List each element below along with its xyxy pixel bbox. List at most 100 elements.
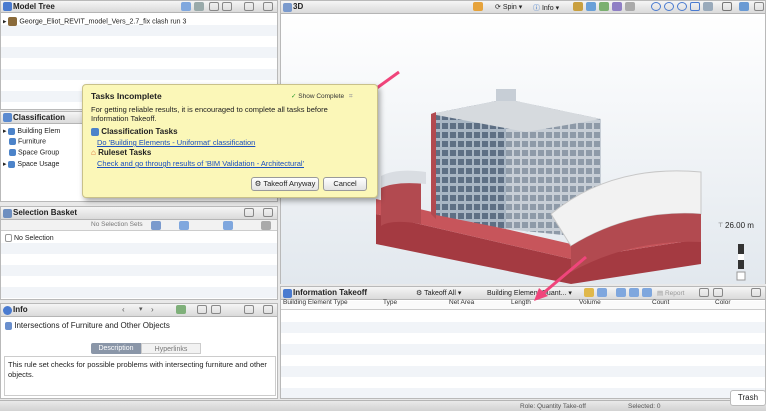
- zoom-fit-icon[interactable]: [677, 2, 687, 11]
- view-tool-icon[interactable]: [573, 2, 583, 11]
- view-tool-icon[interactable]: [612, 2, 622, 11]
- model-icon: [8, 17, 18, 26]
- basket-icon: [3, 209, 12, 218]
- tab-hyperlinks[interactable]: Hyperlinks: [141, 343, 201, 354]
- column-header-color[interactable]: Color: [715, 299, 731, 306]
- roof-plant: [496, 89, 516, 101]
- scale-marker: ⊤: [718, 222, 723, 229]
- collapse-icon[interactable]: [713, 288, 723, 297]
- cancel-button[interactable]: Cancel: [323, 177, 367, 191]
- collapse-icon[interactable]: [211, 305, 221, 314]
- zoom-box-icon[interactable]: [690, 2, 700, 11]
- takeoff-anyway-button[interactable]: ⚙ Takeoff Anyway: [251, 177, 319, 191]
- takeoff-all-dropdown[interactable]: ⚙ Takeoff All ▾: [416, 289, 461, 297]
- column-header-volume[interactable]: Volume: [579, 299, 601, 306]
- classification-item[interactable]: Furniture: [9, 138, 46, 145]
- panel-close-icon[interactable]: [754, 2, 764, 11]
- cursor-icon[interactable]: [703, 2, 713, 11]
- selected-status: Selected: 0: [628, 403, 661, 410]
- show-complete-toggle[interactable]: ✓ Show Complete ⌗: [291, 92, 353, 101]
- selection-tool-icon[interactable]: [223, 221, 233, 230]
- selection-basket-title: Selection Basket: [13, 208, 78, 217]
- column-header-length[interactable]: Length: [511, 299, 531, 306]
- expand-icon[interactable]: [209, 2, 219, 11]
- nav-back-icon[interactable]: ‹: [122, 305, 125, 314]
- document-icon: [5, 234, 12, 242]
- panel-close-icon[interactable]: [263, 208, 273, 217]
- panel-close-icon[interactable]: [263, 2, 273, 11]
- layout-icon[interactable]: [739, 2, 749, 11]
- nav-dropdown-icon[interactable]: ▾: [139, 305, 143, 313]
- filter-icon[interactable]: [194, 2, 204, 11]
- panel-menu-icon[interactable]: [244, 2, 254, 11]
- classification-icon: [3, 113, 12, 122]
- classification-item[interactable]: Space Group: [9, 149, 59, 156]
- list-item[interactable]: No Selection: [5, 234, 54, 242]
- model-tree-item[interactable]: ▸ George_Eliot_REVIT_model_Vers_2.7_fix …: [3, 17, 186, 26]
- takeoff-gear-icon: ⚙: [254, 179, 262, 188]
- selection-basket-header: Selection Basket: [1, 207, 277, 220]
- delete-icon[interactable]: [261, 221, 271, 230]
- takeoff-tool-icon[interactable]: [616, 288, 626, 297]
- takeoff-arrow: [534, 255, 587, 301]
- collapse-icon[interactable]: [222, 2, 232, 11]
- view-tool-icon[interactable]: [586, 2, 596, 11]
- checkmark-icon: ✓: [291, 93, 297, 100]
- info-tool-icon[interactable]: [176, 305, 186, 314]
- takeoff-icon: [283, 289, 292, 298]
- selection-tool-icon[interactable]: [151, 221, 161, 230]
- model-tree-icon: [3, 2, 12, 11]
- info-icon: [3, 306, 12, 315]
- expand-triangle-icon[interactable]: ▸: [3, 18, 7, 25]
- takeoff-tool-icon[interactable]: [597, 288, 607, 297]
- tree-options-icon[interactable]: [181, 2, 191, 11]
- panel-menu-icon[interactable]: [244, 305, 254, 314]
- ruleset-task-link[interactable]: Check and go through results of 'BIM Val…: [97, 159, 304, 168]
- takeoff-tool-icon[interactable]: [629, 288, 639, 297]
- column-header-count[interactable]: Count: [652, 299, 669, 306]
- zoom-in-icon[interactable]: [651, 2, 661, 11]
- expand-icon[interactable]: [699, 288, 709, 297]
- classification-item[interactable]: ▸ Space Usage: [3, 160, 59, 168]
- panel-menu-icon[interactable]: [244, 208, 254, 217]
- scale-handle[interactable]: [736, 271, 746, 281]
- column-header-type[interactable]: Type: [383, 299, 397, 306]
- column-header-element-type[interactable]: Building Element Type: [283, 299, 348, 306]
- trash-button[interactable]: Trash: [730, 390, 766, 406]
- building-icon: [8, 160, 16, 168]
- section-icon[interactable]: [722, 2, 732, 11]
- selection-tool-icon[interactable]: [179, 221, 189, 230]
- classification-task-icon: [91, 127, 99, 136]
- zoom-out-icon[interactable]: [664, 2, 674, 11]
- role-status: Role: Quantity Take-off: [520, 403, 586, 410]
- spin-dropdown[interactable]: ⟳ Spin ▾: [495, 3, 522, 11]
- column-header-net-area[interactable]: Net Area: [449, 299, 474, 306]
- building-icon: [8, 127, 16, 135]
- tasks-incomplete-popup: Tasks Incomplete ✓ Show Complete ⌗ For g…: [82, 84, 378, 198]
- walk-icon[interactable]: [473, 2, 483, 11]
- left-wing: [381, 181, 421, 226]
- expand-icon[interactable]: [197, 305, 207, 314]
- panel-close-icon[interactable]: [751, 288, 761, 297]
- classification-task-link[interactable]: Do 'Building Elements - Uniformat' class…: [97, 138, 255, 147]
- nav-forward-icon[interactable]: ›: [151, 305, 154, 314]
- ruleset-task-icon: ⌂: [91, 148, 96, 157]
- view-tool-icon[interactable]: [625, 2, 635, 11]
- 3d-title: 3D: [293, 2, 304, 11]
- classification-item[interactable]: ▸ Building Elem: [3, 127, 60, 135]
- report-icon: ▤: [657, 290, 664, 297]
- tab-description[interactable]: Description: [91, 343, 141, 354]
- detach-icon[interactable]: ⌗: [349, 93, 353, 100]
- info-dropdown[interactable]: ⓘ Info ▾: [533, 3, 559, 13]
- scale-label: 26.00 m: [725, 221, 754, 230]
- takeoff-gear-icon: ⚙: [416, 290, 423, 297]
- model-tree-header: Model Tree: [1, 1, 277, 13]
- panel-close-icon[interactable]: [263, 305, 273, 314]
- takeoff-tool-icon[interactable]: [642, 288, 652, 297]
- classification-title: Classification: [13, 113, 66, 122]
- takeoff-title: Information Takeoff: [293, 288, 368, 297]
- report-button[interactable]: ▤ Report: [657, 289, 684, 297]
- selection-sets-dropdown[interactable]: No Selection Sets: [91, 221, 143, 228]
- info-title: Info: [13, 305, 28, 314]
- view-tool-icon[interactable]: [599, 2, 609, 11]
